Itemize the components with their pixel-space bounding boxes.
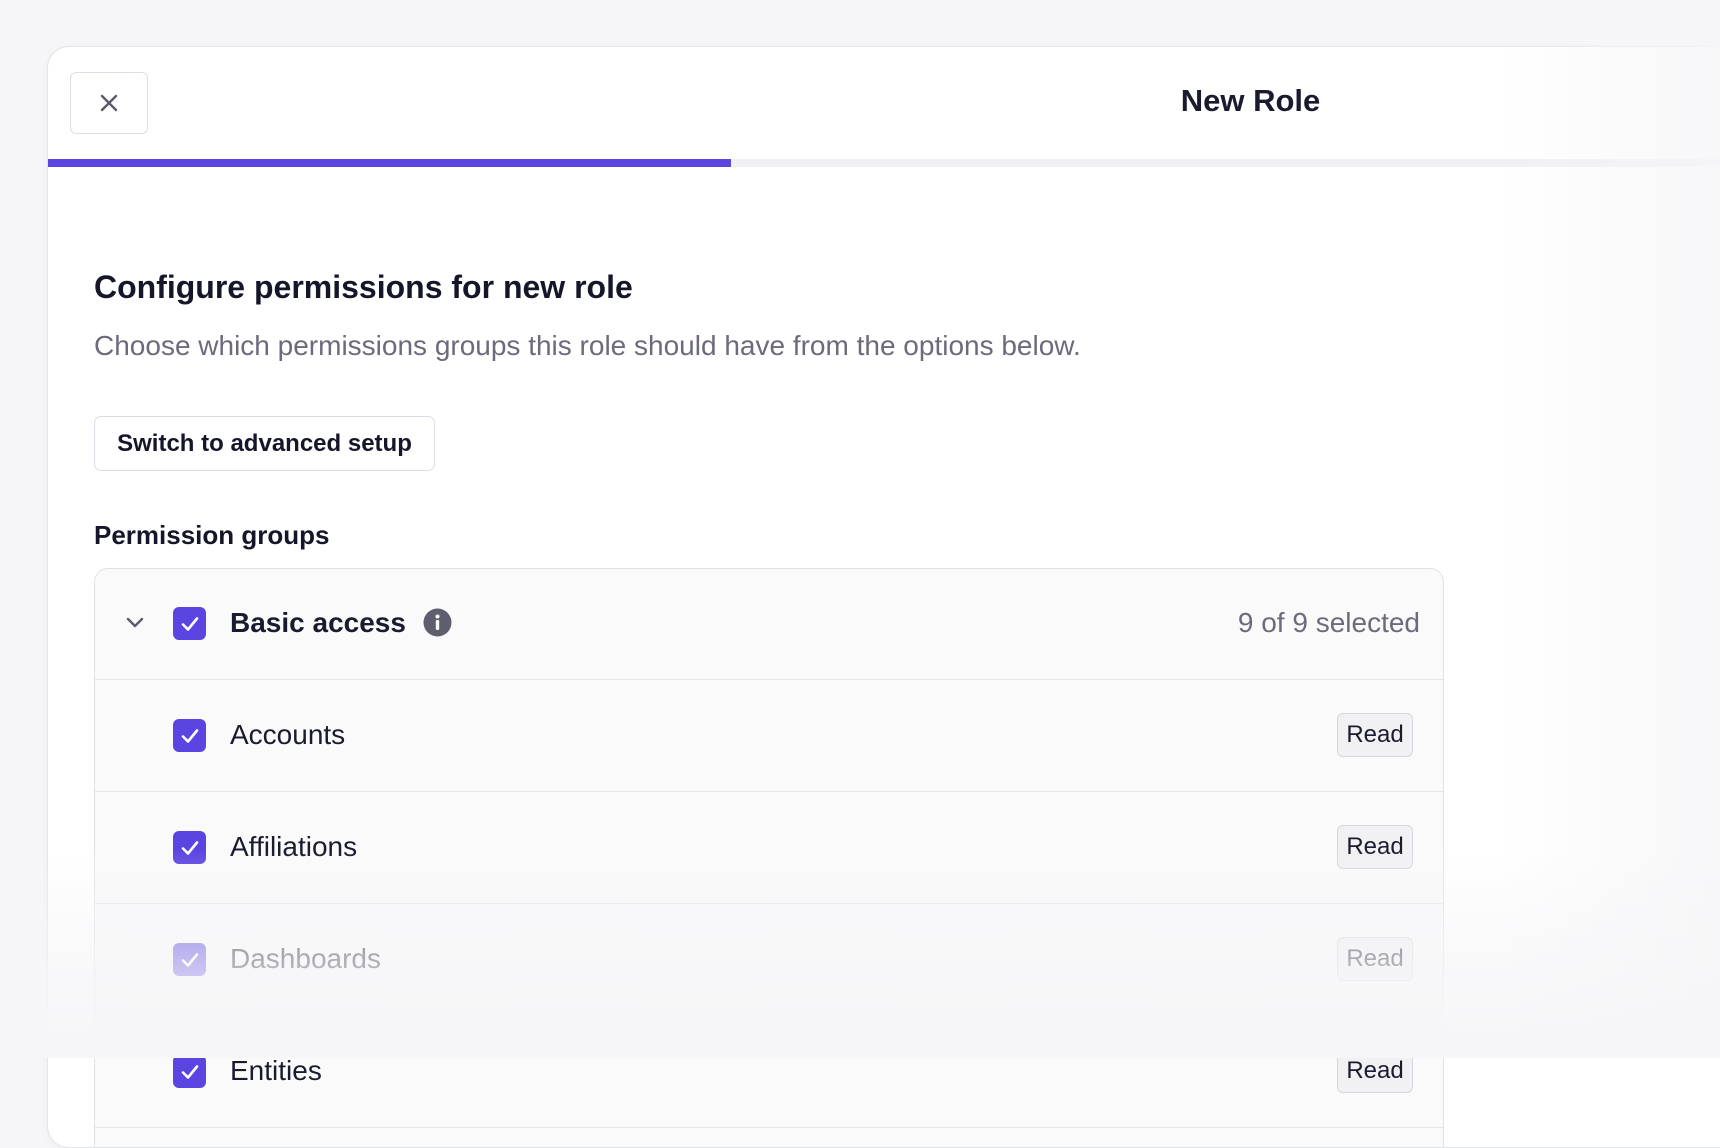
progress-bar [48, 159, 1720, 167]
checkmark-icon [181, 728, 198, 743]
page-title: Configure permissions for new role [94, 269, 633, 305]
permission-group-row-basic-access: Basic access 9 of 9 selected [95, 569, 1443, 680]
access-level-badge: Read [1337, 713, 1413, 757]
permission-groups-label: Permission groups [94, 520, 330, 550]
permission-label: Dashboards [230, 943, 381, 974]
selection-count: 9 of 9 selected [1237, 607, 1420, 638]
entities-checkbox[interactable] [173, 1055, 206, 1088]
new-role-modal: New Role Configure permissions for new r… [47, 46, 1720, 1148]
progress-bar-fill [48, 159, 732, 167]
modal-title: New Role [1180, 83, 1321, 118]
permission-row-affiliations: Affiliations Read [95, 792, 1443, 904]
chevron-down-icon[interactable] [123, 611, 147, 635]
basic-access-checkbox[interactable] [173, 607, 206, 640]
modal-header: New Role [48, 47, 1720, 159]
group-label: Basic access [230, 607, 406, 638]
page-subtitle: Choose which permissions groups this rol… [94, 330, 1081, 361]
access-level-badge: Read [1337, 825, 1413, 869]
checkmark-icon [181, 840, 198, 855]
dashboards-checkbox[interactable] [173, 943, 206, 976]
checkmark-icon [181, 952, 198, 967]
checkmark-icon [181, 616, 198, 631]
affiliations-checkbox[interactable] [173, 831, 206, 864]
permission-label: Accounts [230, 719, 346, 750]
switch-to-advanced-setup-button[interactable]: Switch to advanced setup [94, 416, 435, 471]
permission-row-accounts: Accounts Read [95, 680, 1443, 792]
access-level-badge: Read [1337, 1049, 1413, 1093]
permission-row-dashboards: Dashboards Read [95, 904, 1443, 1016]
info-icon[interactable] [423, 608, 452, 637]
permission-groups-table: Basic access 9 of 9 selected Accounts Re… [94, 568, 1444, 1147]
access-level-badge: Read [1337, 937, 1413, 981]
permission-row-entities: Entities Read [95, 1016, 1443, 1128]
accounts-checkbox[interactable] [173, 719, 206, 752]
permission-label: Affiliations [230, 831, 358, 862]
permission-label: Entities [230, 1055, 322, 1086]
checkmark-icon [181, 1064, 198, 1079]
